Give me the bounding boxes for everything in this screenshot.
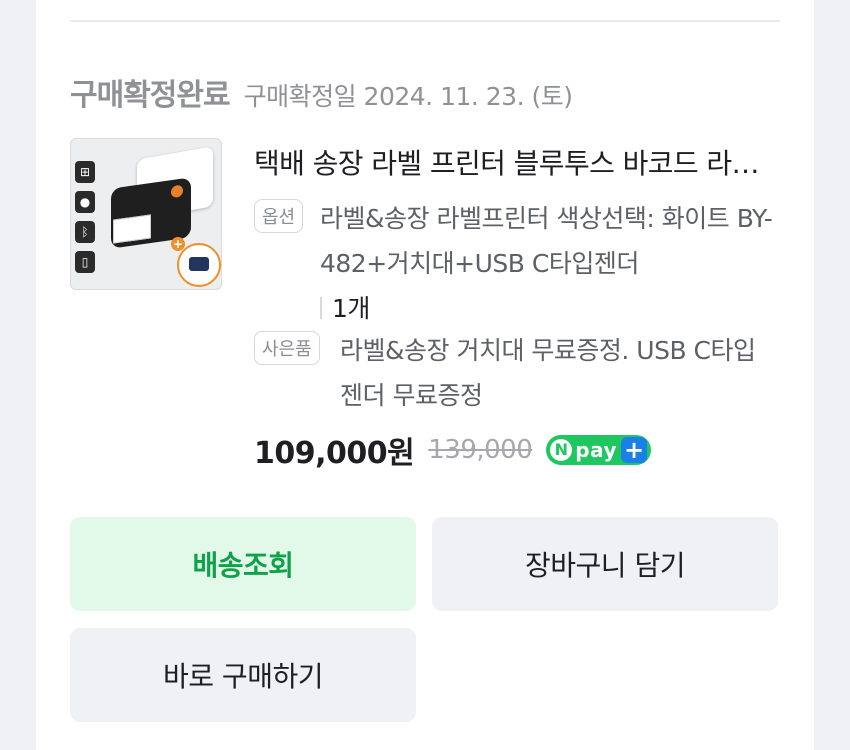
plus-icon: + [171,237,185,251]
gift-tag: 사은품 [254,331,320,365]
windows-icon: ⊞ [75,161,95,183]
order-status: 구매확정완료 [70,78,231,113]
track-delivery-button[interactable]: 배송조회 [70,517,416,611]
os-badges: ⊞ ● ᛒ ▯ [75,161,97,281]
buy-now-button[interactable]: 바로 구매하기 [70,628,416,722]
order-card: 구매확정완료 구매확정일 2024. 11. 23. (토) ⊞ ● ᛒ ▯ +… [36,0,814,750]
order-status-row: 구매확정완료 구매확정일 2024. 11. 23. (토) [70,70,573,114]
printer-button-dot [171,184,183,199]
divider [70,20,780,22]
npay-n-icon: N [550,439,573,461]
sale-price: 109,000원 [254,436,415,471]
confirm-date: 구매확정일 2024. 11. 23. (토) [243,82,573,111]
stand-image [177,243,221,287]
apple-icon: ● [75,191,95,213]
option-description: 라벨&송장 라벨프린터 색상선택: 화이트 BY-482+거치대+USB C타입… [320,196,774,331]
npay-plus-badge: N pay + [546,435,652,465]
original-price: 139,000 [428,435,533,465]
product-thumbnail[interactable]: ⊞ ● ᛒ ▯ + [70,138,222,290]
quantity-separator [320,297,322,319]
quantity: 1개 [332,294,370,323]
option-tag: 옵션 [254,199,304,233]
option-text: 라벨&송장 라벨프린터 색상선택: 화이트 BY-482+거치대+USB C타입… [320,204,773,278]
npay-label: pay [575,438,618,462]
phone-icon: ▯ [75,251,95,273]
stand-shape [189,257,209,271]
bluetooth-icon: ᛒ [75,221,95,243]
product-title[interactable]: 택배 송장 라벨 프린터 블루투스 바코드 라벨기 [254,142,774,182]
price-row: 109,000원 139,000 N pay + [254,428,652,472]
npay-plus-icon: + [621,437,648,463]
gift-description: 라벨&송장 거치대 무료증정. USB C타입 젠더 무료증정 [340,336,756,410]
add-to-cart-button[interactable]: 장바구니 담기 [432,517,778,611]
